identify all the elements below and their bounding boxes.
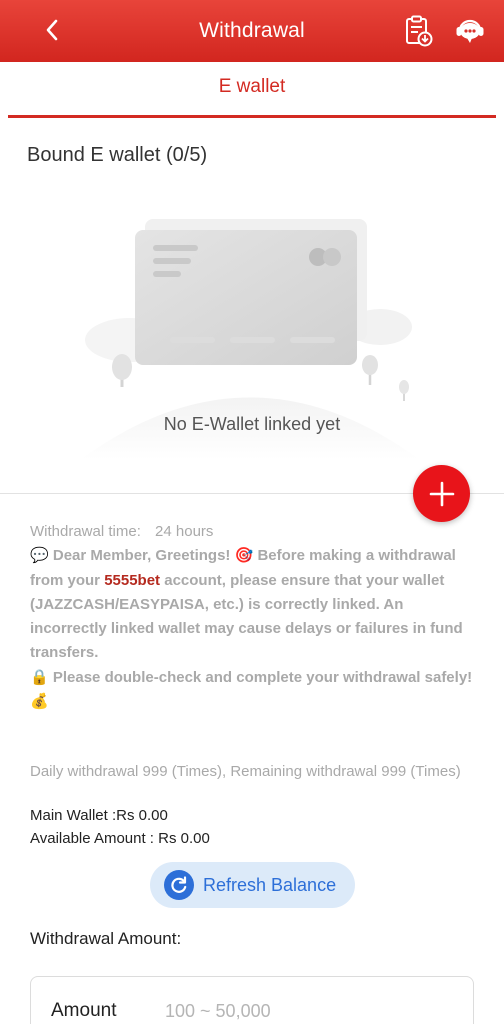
withdrawal-records-button[interactable] <box>400 13 436 49</box>
withdrawal-time-label: Withdrawal time: <box>30 523 141 540</box>
page-title: Withdrawal <box>199 19 305 42</box>
chevron-left-icon <box>46 19 58 41</box>
notice-message: 💬 Dear Member, Greetings! 🎯 Before makin… <box>30 544 480 665</box>
brand-name: 5555bet <box>104 571 161 589</box>
customer-service-chat-icon <box>456 19 484 43</box>
customer-service-button[interactable] <box>452 13 488 49</box>
add-ewallet-button[interactable] <box>413 465 470 522</box>
amount-field-label: Amount <box>51 1000 117 1021</box>
safety-text: Please double-check and complete your wi… <box>52 668 473 686</box>
lock-emoji: 🔒 <box>30 668 49 686</box>
tab-bar: E wallet <box>0 62 504 120</box>
refresh-balance-button[interactable]: Refresh Balance <box>150 862 355 908</box>
withdrawal-time-line: Withdrawal time: 24 hours <box>30 520 480 544</box>
target-emoji: 🎯 <box>234 547 254 565</box>
amount-input[interactable] <box>165 995 455 1024</box>
back-button[interactable] <box>38 15 66 45</box>
bound-ewallet-title: Bound E wallet (0/5) <box>27 144 208 166</box>
amount-field-container: Amount <box>30 976 474 1024</box>
clipboard-download-icon <box>406 15 433 47</box>
withdrawal-notice: Withdrawal time: 24 hours 💬 Dear Member,… <box>30 520 480 714</box>
refresh-icon <box>164 870 194 900</box>
main-wallet-balance: Main Wallet :Rs 0.00 <box>30 807 168 824</box>
active-tab-indicator <box>8 115 496 118</box>
money-bag-emoji: 💰 <box>30 693 49 711</box>
withdrawal-time-value: 24 hours <box>155 523 214 540</box>
available-amount: Available Amount : Rs 0.00 <box>30 830 210 847</box>
empty-state-text: No E-Wallet linked yet <box>163 414 341 434</box>
refresh-balance-label: Refresh Balance <box>203 874 337 895</box>
speech-bubble-emoji: 💬 <box>30 547 49 565</box>
plus-icon <box>429 481 454 506</box>
app-header: Withdrawal <box>0 0 504 62</box>
greeting-text: Dear Member, Greetings! <box>52 547 231 565</box>
daily-withdrawal-limit: Daily withdrawal 999 (Times), Remaining … <box>30 763 461 780</box>
safety-message: 🔒 Please double-check and complete your … <box>30 666 480 715</box>
tab-e-wallet[interactable]: E wallet <box>0 76 504 98</box>
withdrawal-amount-label: Withdrawal Amount: <box>30 929 182 948</box>
